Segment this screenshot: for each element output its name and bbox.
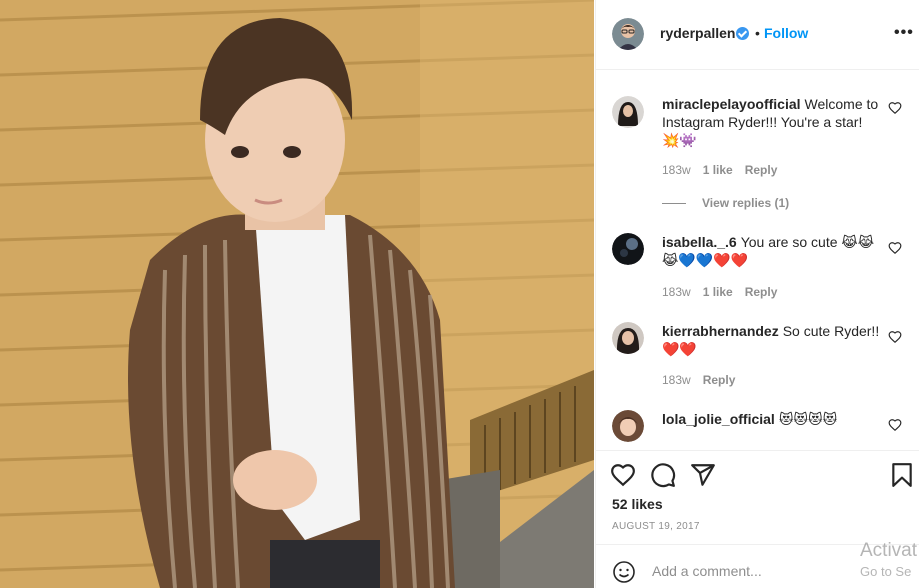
reply-button[interactable]: Reply [703,373,736,387]
commenter-avatar[interactable] [612,233,644,265]
comment-body: lola_jolie_official 😻😻😻😻 [662,410,884,428]
follow-button[interactable]: Follow [764,25,808,41]
commenter-avatar-image [612,96,644,128]
post-header: ryderpallen • Follow ••• [596,0,919,70]
post-sidebar: ryderpallen • Follow ••• miraclepelayoof… [595,0,919,588]
like-comment-heart-icon[interactable] [888,330,902,344]
like-comment-heart-icon[interactable] [888,241,902,255]
comment-age: 183w [662,373,691,387]
comment-username[interactable]: lola_jolie_official [662,411,775,427]
commenter-avatar-image [612,233,644,265]
like-comment-heart-icon[interactable] [888,101,902,115]
comment-body: isabella._.6 You are so cute 😹😹😹💙💙❤️❤️ [662,233,884,269]
photo-illustration [0,0,594,588]
comment-text: You are so cute [740,234,838,250]
comment-like-count[interactable]: 1 like [703,285,733,299]
commenter-avatar[interactable] [612,96,644,128]
separator-dot: • [755,25,760,41]
heart-icon[interactable] [610,462,636,488]
comment-body: miraclepelayoofficial Welcome to Instagra… [662,95,884,149]
verified-badge-icon [736,27,749,40]
commenter-avatar[interactable] [612,410,644,442]
author-avatar[interactable] [612,18,644,50]
author-username[interactable]: ryderpallen [660,25,735,41]
post-photo[interactable] [0,0,594,588]
view-replies-button[interactable]: View replies (1) [662,196,789,210]
bookmark-icon[interactable] [889,462,915,488]
comments-list[interactable]: miraclepelayoofficial Welcome to Instagra… [596,71,919,449]
likes-count[interactable]: 52 likes [612,496,663,512]
comment-text: So cute Ryder!! [782,323,880,339]
share-icon[interactable] [690,462,716,488]
comment-emoji: 😻😻😻😻 [778,411,838,427]
comment-meta: 183w 1 like Reply [662,285,789,299]
comment-meta: 183w 1 like Reply [662,163,789,177]
comment-username[interactable]: isabella._.6 [662,234,737,250]
comment-body: kierrabhernandez So cute Ryder!! ❤️❤️ [662,322,884,358]
emoji-icon[interactable] [612,560,636,584]
post-actions: 52 likes AUGUST 19, 2017 [596,450,919,542]
comment-input[interactable] [652,563,842,579]
commenter-avatar-image [612,322,644,354]
add-comment-bar [596,544,919,588]
commenter-avatar[interactable] [612,322,644,354]
view-replies-label: View replies (1) [702,196,790,210]
more-options-icon[interactable]: ••• [894,24,914,42]
commenter-avatar-image [612,410,644,442]
author-avatar-image [612,18,644,50]
comment-emoji: ❤️❤️ [662,341,697,357]
comment-like-count[interactable]: 1 like [703,163,733,177]
comment-age: 183w [662,285,691,299]
comment-emoji: 💥👾 [662,132,697,148]
post-date: AUGUST 19, 2017 [612,521,700,532]
comment-meta: 183w Reply [662,373,747,387]
reply-button[interactable]: Reply [745,285,778,299]
comment-username[interactable]: miraclepelayoofficial [662,96,801,112]
like-comment-heart-icon[interactable] [888,418,902,432]
comment-age: 183w [662,163,691,177]
comment-username[interactable]: kierrabhernandez [662,323,779,339]
comment-icon[interactable] [650,462,676,488]
view-replies-line [662,203,686,205]
reply-button[interactable]: Reply [745,163,778,177]
